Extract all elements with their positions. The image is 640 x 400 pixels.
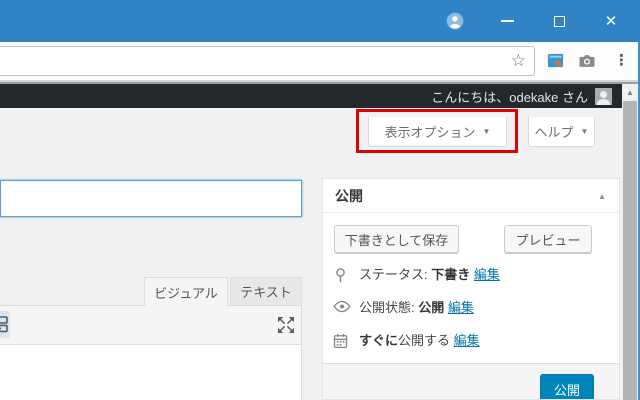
scrollbar[interactable]: ▲ bbox=[622, 84, 638, 400]
titlebar-controls: ✕ bbox=[444, 0, 622, 42]
edit-schedule-link[interactable]: 編集 bbox=[454, 333, 480, 348]
chevron-down-icon: ▼ bbox=[580, 127, 589, 136]
profile-icon-svg bbox=[446, 12, 464, 30]
wp-admin-bar: こんにちは、odekake さん bbox=[0, 84, 622, 108]
edit-visibility-link[interactable]: 編集 bbox=[448, 300, 474, 315]
visibility-row: 公開状態: 公開 編集 bbox=[323, 298, 619, 318]
post-title-input[interactable] bbox=[0, 180, 302, 217]
publish-panel-header[interactable]: 公開 ▲ bbox=[323, 179, 619, 213]
user-avatar[interactable] bbox=[595, 87, 612, 105]
publishing-actions-footer: 公開 bbox=[323, 363, 619, 399]
save-draft-button[interactable]: 下書きとして保存 bbox=[334, 225, 459, 253]
browser-toolbar: ☆ ⋮ bbox=[0, 42, 640, 80]
bookmark-star-icon[interactable]: ☆ bbox=[511, 50, 526, 72]
howdy-greeting[interactable]: こんにちは、odekake さん bbox=[431, 87, 588, 106]
edit-status-link[interactable]: 編集 bbox=[474, 267, 500, 282]
preview-button[interactable]: プレビュー bbox=[504, 225, 592, 253]
status-row: ステータス: 下書き 編集 bbox=[323, 265, 619, 285]
close-button[interactable]: ✕ bbox=[600, 10, 622, 32]
calendar-icon bbox=[333, 333, 350, 349]
publish-panel: 公開 ▲ 下書きとして保存 プレビュー ステータス: 下書き 編集 公開状態: … bbox=[322, 178, 620, 400]
publish-button[interactable]: 公開 bbox=[540, 374, 594, 399]
fullscreen-expand-icon[interactable] bbox=[276, 315, 296, 335]
collapse-arrow-icon[interactable]: ▲ bbox=[598, 192, 606, 201]
schedule-row: すぐに公開する 編集 bbox=[323, 331, 619, 351]
minimize-button[interactable] bbox=[496, 10, 518, 32]
address-bar[interactable]: ☆ bbox=[0, 46, 535, 76]
extension-icon[interactable] bbox=[546, 51, 565, 75]
browser-menu-icon[interactable]: ⋮ bbox=[614, 50, 629, 72]
toolbar-toggle-icon[interactable] bbox=[0, 314, 8, 339]
help-label: ヘルプ bbox=[534, 125, 574, 140]
maximize-icon bbox=[553, 15, 565, 27]
camera-icon[interactable] bbox=[577, 51, 597, 76]
screenshot-root: ✕ ☆ ⋮ こんにちは、odekake さん 表示オプション ▼ ヘルプ ▼ ビ… bbox=[0, 0, 640, 400]
editor-toolbar bbox=[0, 305, 302, 345]
eye-icon bbox=[333, 300, 351, 316]
tab-visual[interactable]: ビジュアル bbox=[144, 277, 228, 306]
editor-content-area[interactable] bbox=[0, 345, 302, 400]
scrollbar-thumb[interactable] bbox=[623, 101, 637, 400]
maximize-button[interactable] bbox=[548, 10, 570, 32]
minimize-icon bbox=[500, 20, 514, 22]
browser-titlebar: ✕ bbox=[0, 0, 640, 42]
help-button[interactable]: ヘルプ ▼ bbox=[528, 117, 595, 147]
publish-panel-title: 公開 bbox=[335, 188, 363, 204]
pin-icon bbox=[333, 267, 350, 283]
annotation-highlight-box bbox=[356, 109, 518, 153]
scroll-up-arrow-icon[interactable]: ▲ bbox=[622, 84, 638, 101]
browser-profile-icon[interactable] bbox=[444, 10, 466, 32]
tab-text[interactable]: テキスト bbox=[230, 277, 302, 305]
